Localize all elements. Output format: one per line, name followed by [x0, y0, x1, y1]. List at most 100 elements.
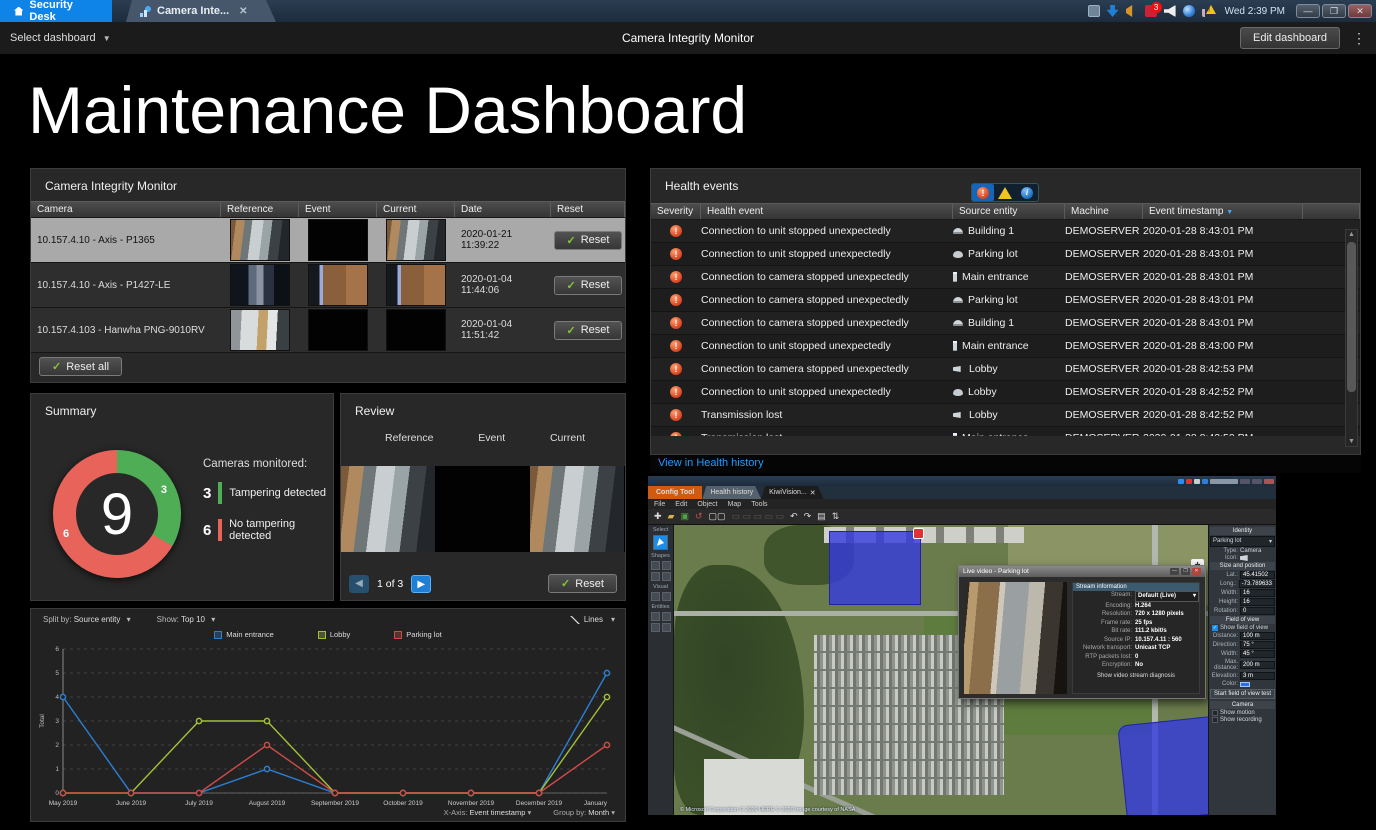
health-event-row[interactable]: !Connection to camera stopped unexpected… — [651, 358, 1360, 381]
checkbox-show-recording[interactable]: Show recording — [1212, 717, 1275, 723]
col-severity[interactable]: Severity — [651, 204, 701, 219]
checkbox-show-motion[interactable]: Show motion — [1212, 710, 1275, 716]
close-button[interactable]: ✕ — [1348, 4, 1372, 18]
scroll-up-icon[interactable]: ▲ — [1346, 231, 1357, 238]
shapes-tool-icon[interactable] — [651, 572, 660, 581]
col-event-timestamp[interactable]: Event timestamp ▼ — [1143, 204, 1303, 219]
close-button[interactable] — [1264, 479, 1274, 484]
chart-legend-item[interactable]: Parking lot — [394, 630, 441, 639]
visual-tool-icon[interactable] — [651, 592, 660, 601]
visual-tool-icon[interactable] — [662, 592, 671, 601]
redo-icon[interactable]: ↷ — [804, 511, 812, 522]
minimize-button[interactable] — [1240, 479, 1250, 484]
shapes-tool-icon[interactable] — [662, 561, 671, 570]
start-field-of-view-test-button[interactable]: Start field of view test — [1210, 689, 1275, 699]
reset-button[interactable]: ✓Reset — [554, 231, 623, 250]
next-page-button[interactable]: ▶ — [411, 575, 431, 593]
shapes-tool-icon[interactable] — [651, 561, 660, 570]
horn-notification-icon[interactable] — [1126, 5, 1138, 17]
property-value[interactable]: 16 — [1240, 589, 1275, 597]
config-tab-kiwivision-[interactable]: KiwiVision... ✕ — [761, 486, 823, 499]
property-value[interactable]: 45 ° — [1240, 650, 1275, 658]
select-tool-icon[interactable] — [653, 535, 668, 550]
layers-icon[interactable]: ▤ — [817, 511, 826, 522]
property-value[interactable]: -73.789633 — [1239, 580, 1275, 588]
copy-icon[interactable]: ▢▢ — [709, 511, 726, 522]
popup-titlebar[interactable]: Live video - Parking lot — ❐ ✕ — [959, 566, 1205, 577]
entity-selector[interactable]: Parking lot▾ — [1210, 536, 1275, 547]
network-warning-icon[interactable] — [1202, 5, 1214, 17]
popup-maximize-icon[interactable]: ❐ — [1181, 568, 1190, 575]
property-value[interactable]: 16 — [1240, 598, 1275, 606]
reset-button[interactable]: ✓Reset — [554, 321, 623, 340]
review-reset-button[interactable]: ✓ Reset — [548, 574, 617, 593]
property-value[interactable]: 100 m — [1240, 632, 1275, 640]
chart-legend-item[interactable]: Lobby — [318, 630, 350, 639]
stream-select[interactable]: Default (Live)▾ — [1135, 591, 1199, 602]
config-tab-health-history[interactable]: Health history — [702, 486, 761, 499]
camera-marker-icon[interactable] — [913, 528, 924, 539]
show-field-of-view-checkbox[interactable]: ✓Show field of view — [1212, 625, 1275, 631]
health-event-row[interactable]: !Connection to camera stopped unexpected… — [651, 289, 1360, 312]
tab-camera-integrity[interactable]: Camera Inte... ✕ — [126, 0, 276, 22]
col-camera[interactable]: Camera — [31, 202, 221, 217]
minimize-button[interactable]: — — [1296, 4, 1320, 18]
menu-map[interactable]: Map — [728, 501, 742, 508]
cim-table-row[interactable]: 10.157.4.10 - Axis - P13652020-01-21 11:… — [31, 218, 625, 263]
col-machine[interactable]: Machine — [1065, 204, 1143, 219]
warning-filter-button[interactable] — [994, 184, 1016, 201]
entities-tool-icon[interactable] — [651, 623, 660, 632]
entities-tool-icon[interactable] — [662, 623, 671, 632]
property-value[interactable]: 200 m — [1240, 661, 1275, 669]
menu-edit[interactable]: Edit — [675, 501, 687, 508]
more-options-icon[interactable]: ⋮ — [1352, 27, 1366, 49]
health-event-row[interactable]: !Connection to camera stopped unexpected… — [651, 266, 1360, 289]
scrollbar-thumb[interactable] — [1347, 242, 1356, 392]
color-swatch[interactable] — [1240, 682, 1250, 687]
health-event-row[interactable]: !Connection to unit stopped unexpectedly… — [651, 381, 1360, 404]
vertical-scrollbar[interactable]: ▲ ▼ — [1345, 229, 1358, 447]
property-value[interactable]: 3 m — [1240, 672, 1275, 680]
groupby-control[interactable]: Group by: Month ▾ — [553, 808, 615, 817]
property-value[interactable]: 45.41502 — [1240, 571, 1275, 579]
cim-table-row[interactable]: 10.157.4.10 - Axis - P1427-LE2020-01-04 … — [31, 263, 625, 308]
popup-close-icon[interactable]: ✕ — [1192, 568, 1201, 575]
view-health-history-link[interactable]: View in Health history — [650, 455, 1361, 473]
close-tab-icon[interactable]: ✕ — [239, 6, 247, 17]
config-tab-config-tool[interactable]: Config Tool — [648, 486, 702, 499]
show-control[interactable]: Show: Top 10 ▾ — [157, 615, 216, 624]
alarm-icon[interactable]: 3 — [1145, 5, 1157, 17]
split-by-control[interactable]: Split by: Source entity ▾ — [43, 615, 131, 624]
col-reference[interactable]: Reference — [221, 202, 299, 217]
col-date[interactable]: Date — [455, 202, 551, 217]
open-icon[interactable]: ▰ — [668, 511, 675, 522]
remote-session-icon[interactable] — [1088, 5, 1100, 17]
menu-object[interactable]: Object — [697, 501, 717, 508]
undo-icon[interactable]: ↶ — [790, 511, 798, 522]
health-event-row[interactable]: !Connection to camera stopped unexpected… — [651, 312, 1360, 335]
highlighted-building-1[interactable] — [829, 531, 921, 605]
download-status-icon[interactable] — [1107, 5, 1119, 17]
close-tab-icon[interactable]: ✕ — [810, 489, 816, 497]
health-event-row[interactable]: !Connection to unit stopped unexpectedly… — [651, 243, 1360, 266]
col-reset[interactable]: Reset — [551, 202, 625, 217]
health-event-row[interactable]: !Transmission lostMain entranceDEMOSERVE… — [651, 427, 1360, 436]
error-filter-button[interactable]: ! — [972, 184, 994, 201]
highlighted-building-2[interactable] — [1117, 715, 1208, 815]
order-icon[interactable]: ⇅ — [832, 511, 840, 522]
col-source-entity[interactable]: Source entity — [953, 204, 1065, 219]
info-filter-button[interactable]: i — [1016, 184, 1038, 201]
popup-minimize-icon[interactable]: — — [1170, 568, 1179, 575]
shapes-tool-icon[interactable] — [662, 572, 671, 581]
menu-tools[interactable]: Tools — [751, 501, 767, 508]
chart-legend-item[interactable]: Main entrance — [214, 630, 274, 639]
undo-delete-icon[interactable]: ↺ — [695, 511, 703, 522]
entities-tool-icon[interactable] — [651, 612, 660, 621]
edit-dashboard-button[interactable]: Edit dashboard — [1240, 27, 1340, 49]
scroll-down-icon[interactable]: ▼ — [1346, 438, 1357, 445]
save-icon[interactable]: ▣ — [680, 511, 689, 522]
col-event[interactable]: Event — [299, 202, 377, 217]
xaxis-control[interactable]: X-Axis: Event timestamp ▾ — [444, 808, 532, 817]
health-event-row[interactable]: !Transmission lostLobbyDEMOSERVER2020-01… — [651, 404, 1360, 427]
chart-type-control[interactable]: Lines ▾ — [570, 615, 615, 624]
